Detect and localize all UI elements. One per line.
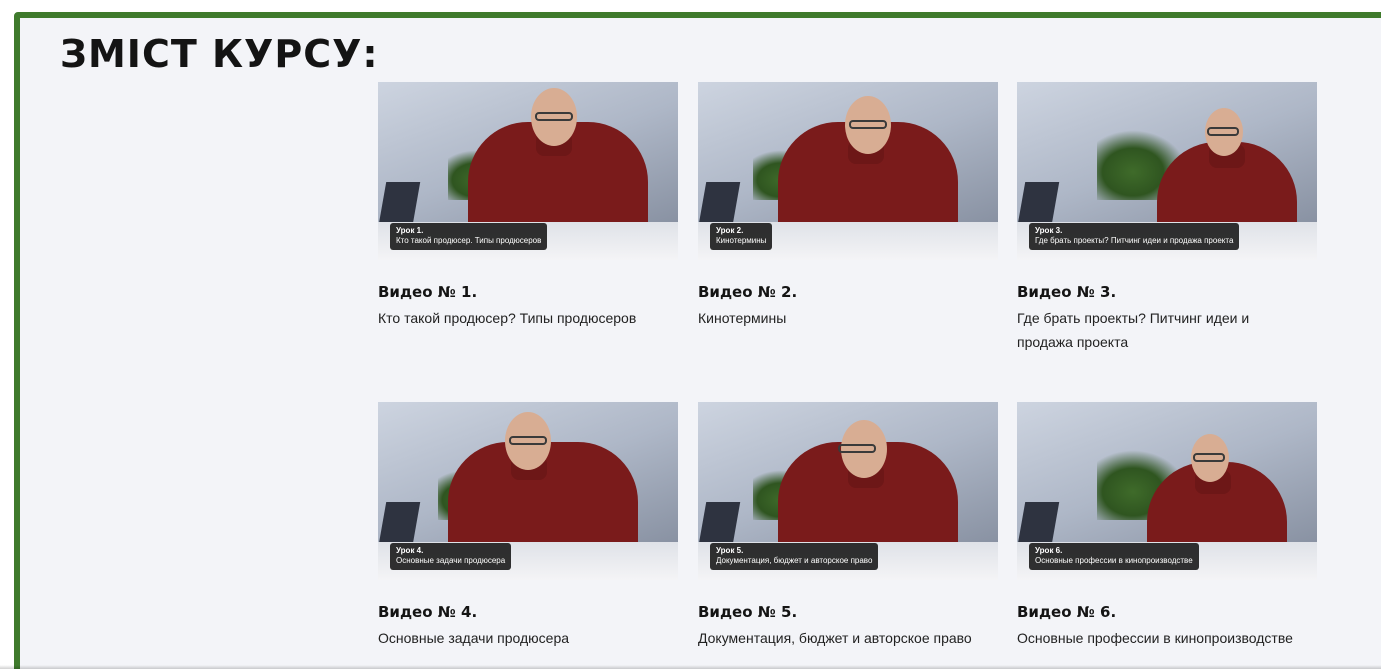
video-title[interactable]: Видео № 1. <box>378 282 678 302</box>
video-card-5[interactable]: Урок 5. Документация, бюджет и авторское… <box>698 402 998 650</box>
video-title[interactable]: Видео № 6. <box>1017 602 1317 622</box>
video-card-4[interactable]: Урок 4. Основные задачи продюсера Видео … <box>378 402 678 650</box>
video-description: Кто такой продюсер? Типы продюсеров <box>378 310 637 326</box>
video-description: Кинотермины <box>698 310 787 326</box>
video-description: Где брать проекты? Питчинг идеи и продаж… <box>1017 310 1250 350</box>
video-thumbnail-1[interactable]: Урок 1. Кто такой продюсер. Типы продюсе… <box>378 82 678 260</box>
video-description: Основные профессии в кинопроизводстве <box>1017 630 1293 646</box>
glasses-icon <box>509 436 547 445</box>
video-thumbnail-6[interactable]: Урок 6. Основные профессии в кинопроизво… <box>1017 402 1317 580</box>
video-title[interactable]: Видео № 3. <box>1017 282 1317 302</box>
glasses-icon <box>1193 453 1225 462</box>
glasses-icon <box>838 444 876 453</box>
video-card-2[interactable]: Урок 2. Кинотермины Видео № 2. Кинотерми… <box>698 82 998 330</box>
video-thumbnail-5[interactable]: Урок 5. Документация, бюджет и авторское… <box>698 402 998 580</box>
video-title[interactable]: Видео № 5. <box>698 602 998 622</box>
lesson-badge: Урок 6. Основные профессии в кинопроизво… <box>1029 543 1199 570</box>
video-title[interactable]: Видео № 4. <box>378 602 678 622</box>
lesson-badge: Урок 2. Кинотермины <box>710 223 773 250</box>
video-card-6[interactable]: Урок 6. Основные профессии в кинопроизво… <box>1017 402 1317 650</box>
video-description: Документация, бюджет и авторское право <box>698 630 972 646</box>
bottom-fade <box>0 665 1381 669</box>
lesson-badge: Урок 5. Документация, бюджет и авторское… <box>710 543 879 570</box>
glasses-icon <box>1207 127 1239 136</box>
video-thumbnail-4[interactable]: Урок 4. Основные задачи продюсера <box>378 402 678 580</box>
video-thumbnail-2[interactable]: Урок 2. Кинотермины <box>698 82 998 260</box>
lesson-badge: Урок 3. Где брать проекты? Питчинг идеи … <box>1029 223 1240 250</box>
video-title[interactable]: Видео № 2. <box>698 282 998 302</box>
video-card-3[interactable]: Урок 3. Где брать проекты? Питчинг идеи … <box>1017 82 1317 354</box>
section-title: ЗМІСТ КУРСУ: <box>60 32 379 76</box>
glasses-icon <box>535 112 573 121</box>
video-thumbnail-3[interactable]: Урок 3. Где брать проекты? Питчинг идеи … <box>1017 82 1317 260</box>
video-card-1[interactable]: Урок 1. Кто такой продюсер. Типы продюсе… <box>378 82 678 330</box>
glasses-icon <box>849 120 887 129</box>
lesson-badge: Урок 1. Кто такой продюсер. Типы продюсе… <box>390 223 548 250</box>
video-description: Основные задачи продюсера <box>378 630 570 646</box>
lesson-badge: Урок 4. Основные задачи продюсера <box>390 543 512 570</box>
